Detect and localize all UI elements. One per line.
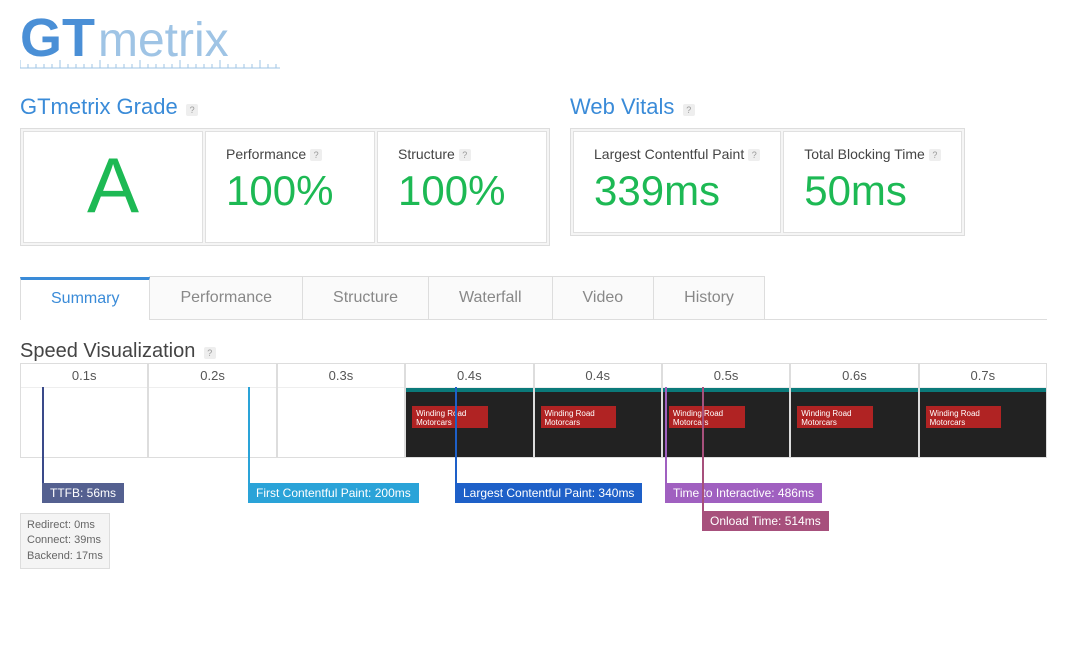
ttfb-connect: Connect: 39ms xyxy=(27,533,103,548)
filmstrip: 0.1s 0.2s 0.3s 0.4s 0.4s 0.5s 0.6s 0.7s … xyxy=(20,363,1047,548)
frame-7: 0.7s xyxy=(919,363,1047,458)
tab-history[interactable]: History xyxy=(653,276,765,319)
help-icon[interactable]: ? xyxy=(459,149,471,161)
tab-bar: Summary Performance Structure Waterfall … xyxy=(20,276,1047,320)
grade-group: GTmetrix Grade ? A Performance? 100% Str… xyxy=(20,94,550,246)
tbt-value: 50ms xyxy=(804,168,941,214)
ttfb-redirect: Redirect: 0ms xyxy=(27,518,103,533)
frame-4: 0.4s xyxy=(534,363,662,458)
structure-card: Structure? 100% xyxy=(377,131,547,243)
grade-card: A xyxy=(23,131,203,243)
frame-thumb-loaded xyxy=(663,387,789,457)
tab-structure[interactable]: Structure xyxy=(302,276,429,319)
frame-thumb-blank xyxy=(149,387,275,457)
vitals-group: Web Vitals ? Largest Contentful Paint? 3… xyxy=(570,94,965,246)
tab-video[interactable]: Video xyxy=(552,276,655,319)
help-icon[interactable]: ? xyxy=(204,347,216,359)
frame-6: 0.6s xyxy=(790,363,918,458)
vitals-title: Web Vitals xyxy=(570,94,674,120)
frame-3: 0.4s xyxy=(405,363,533,458)
frame-thumb-blank xyxy=(21,387,147,457)
lcp-label: Largest Contentful Paint xyxy=(594,146,744,162)
frame-thumb-loaded xyxy=(920,387,1046,457)
tab-performance[interactable]: Performance xyxy=(149,276,303,319)
marker-onload: Onload Time: 514ms xyxy=(702,387,704,525)
lcp-value: 339ms xyxy=(594,168,760,214)
tbt-label: Total Blocking Time xyxy=(804,146,925,162)
help-icon[interactable]: ? xyxy=(186,104,198,116)
grade-letter: A xyxy=(87,146,139,224)
frame-0: 0.1s xyxy=(20,363,148,458)
frame-2: 0.3s xyxy=(277,363,405,458)
frame-thumb-loaded xyxy=(791,387,917,457)
marker-fcp: First Contentful Paint: 200ms xyxy=(248,387,250,497)
grade-title: GTmetrix Grade xyxy=(20,94,178,120)
logo-metrix: metrix xyxy=(98,14,229,67)
frame-1: 0.2s xyxy=(148,363,276,458)
help-icon[interactable]: ? xyxy=(929,149,941,161)
structure-value: 100% xyxy=(398,168,526,214)
structure-label: Structure xyxy=(398,146,455,162)
marker-tti: Time to Interactive: 486ms xyxy=(665,387,667,497)
help-icon[interactable]: ? xyxy=(683,104,695,116)
tbt-card: Total Blocking Time? 50ms xyxy=(783,131,962,233)
marker-lcp: Largest Contentful Paint: 340ms xyxy=(455,387,457,497)
tab-waterfall[interactable]: Waterfall xyxy=(428,276,553,319)
ttfb-details-box: Redirect: 0ms Connect: 39ms Backend: 17m… xyxy=(20,513,110,569)
speed-visualization-title: Speed Visualization xyxy=(20,340,195,362)
frame-thumb-loaded xyxy=(406,387,532,457)
performance-label: Performance xyxy=(226,146,306,162)
ttfb-backend: Backend: 17ms xyxy=(27,549,103,564)
frame-5: 0.5s xyxy=(662,363,790,458)
help-icon[interactable]: ? xyxy=(748,149,760,161)
gtmetrix-logo: GT metrix xyxy=(20,10,1047,74)
performance-value: 100% xyxy=(226,168,354,214)
marker-ttfb: TTFB: 56ms xyxy=(42,387,44,497)
lcp-card: Largest Contentful Paint? 339ms xyxy=(573,131,781,233)
frame-thumb-loaded xyxy=(535,387,661,457)
frame-thumb-blank xyxy=(278,387,404,457)
performance-card: Performance? 100% xyxy=(205,131,375,243)
help-icon[interactable]: ? xyxy=(310,149,322,161)
logo-gt: GT xyxy=(20,10,95,68)
tab-summary[interactable]: Summary xyxy=(20,277,150,320)
